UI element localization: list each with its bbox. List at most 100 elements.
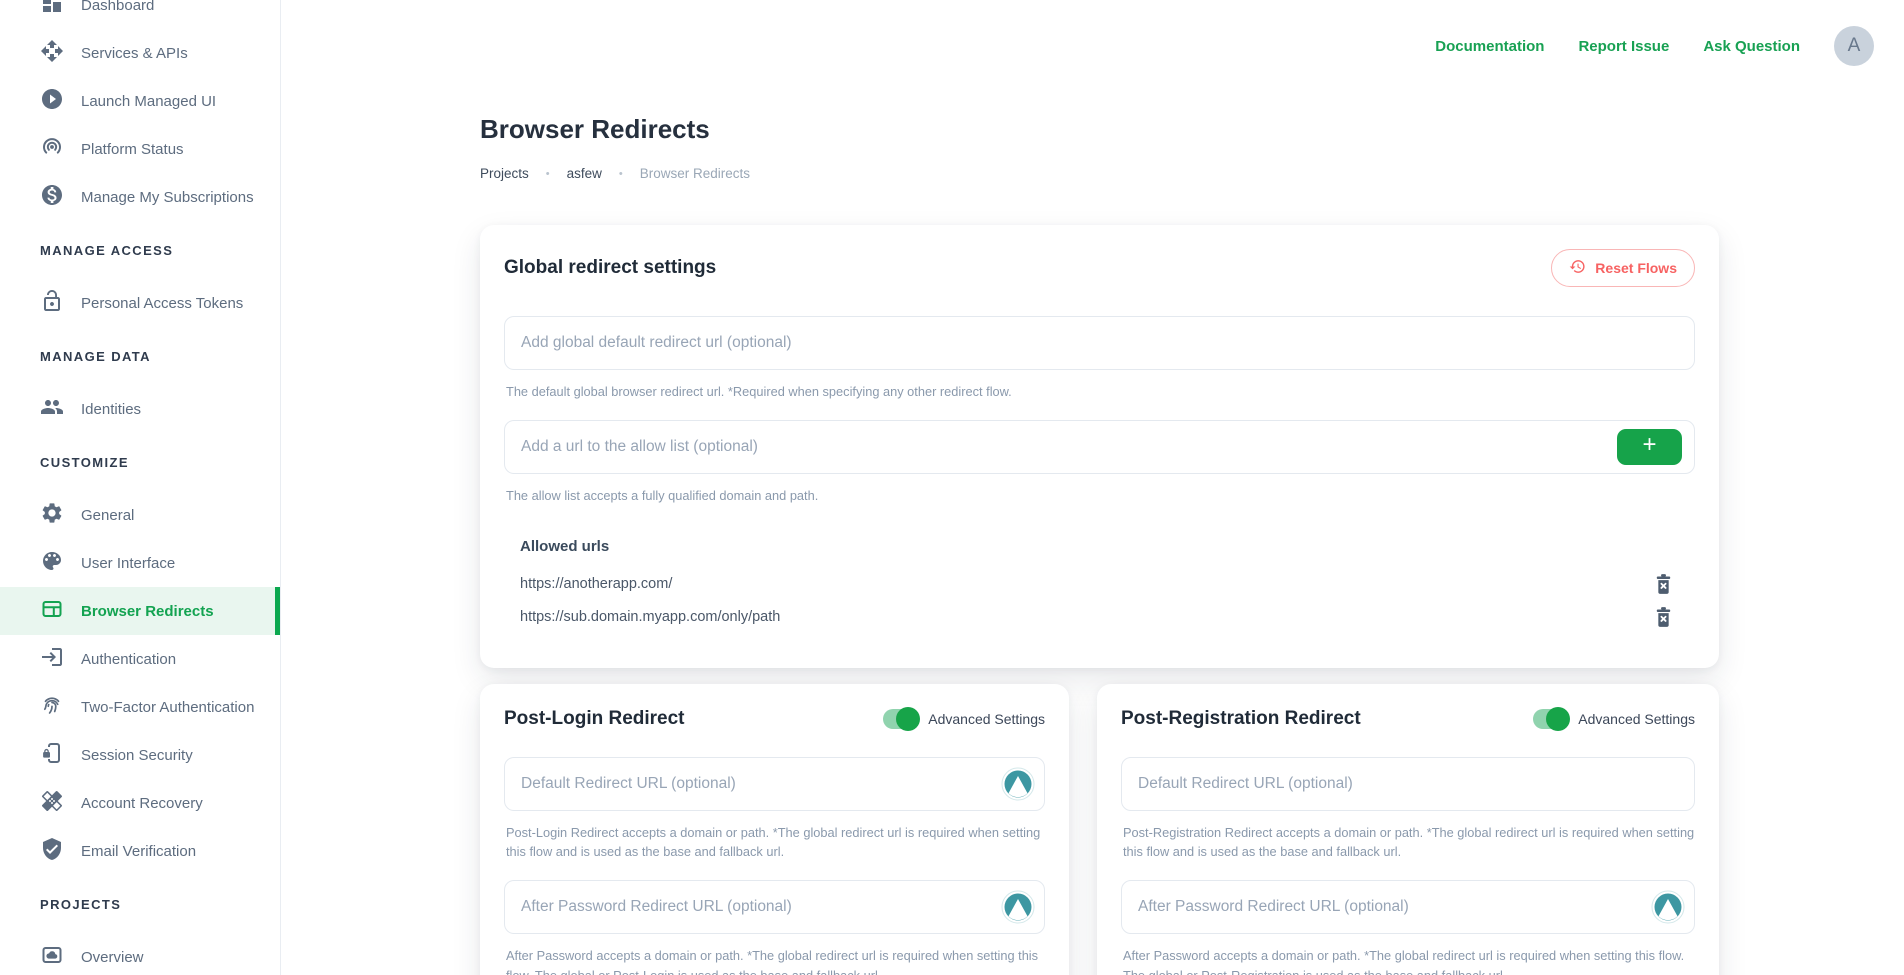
restore-icon xyxy=(1569,258,1586,278)
sidebar-item-label: Browser Redirects xyxy=(81,603,214,620)
global-default-redirect-help: The default global browser redirect url.… xyxy=(506,382,1695,402)
play-circle-icon xyxy=(40,87,64,115)
nordpass-autofill-icon[interactable] xyxy=(1001,890,1035,924)
sidebar-item-launch-managed-ui[interactable]: Launch Managed UI xyxy=(0,77,280,125)
content: Browser Redirects Projects • asfew • Bro… xyxy=(480,114,1719,975)
sidebar-section-projects: PROJECTS xyxy=(0,875,280,933)
breadcrumb-project-name[interactable]: asfew xyxy=(567,166,602,181)
post-login-card-title: Post-Login Redirect xyxy=(504,708,685,730)
dashboard-icon xyxy=(40,0,64,19)
sidebar-item-personal-access-tokens[interactable]: Personal Access Tokens xyxy=(0,279,280,327)
breadcrumb-separator: • xyxy=(546,168,550,180)
sidebar-section-customize: CUSTOMIZE xyxy=(0,433,280,491)
sidebar-item-account-recovery[interactable]: Account Recovery xyxy=(0,779,280,827)
allowed-urls-title: Allowed urls xyxy=(520,538,1695,555)
image-cloud-icon xyxy=(40,943,64,971)
nordpass-autofill-icon[interactable] xyxy=(1001,767,1035,801)
breadcrumb-separator: • xyxy=(619,168,623,180)
login-icon xyxy=(40,645,64,673)
breadcrumb: Projects • asfew • Browser Redirects xyxy=(480,166,1719,181)
sidebar-item-label: Authentication xyxy=(81,651,176,668)
top-header: Documentation Report Issue Ask Question … xyxy=(281,0,1904,67)
trash-x-icon xyxy=(1652,618,1675,633)
sidebar-item-label: Platform Status xyxy=(81,141,184,158)
post-registration-after-password-input[interactable] xyxy=(1121,880,1695,934)
sidebar-section-manage-data: MANAGE DATA xyxy=(0,327,280,385)
allow-list-url-input[interactable] xyxy=(504,420,1695,474)
sidebar-item-general[interactable]: General xyxy=(0,491,280,539)
sidebar-item-dashboard[interactable]: Dashboard xyxy=(0,0,280,29)
add-url-button[interactable]: + xyxy=(1617,429,1682,465)
sidebar-item-label: Email Verification xyxy=(81,843,196,860)
sidebar-item-label: Two-Factor Authentication xyxy=(81,699,254,716)
sidebar-item-manage-subscriptions[interactable]: Manage My Subscriptions xyxy=(0,173,280,221)
bandage-icon xyxy=(40,789,64,817)
post-login-after-password-input[interactable] xyxy=(504,880,1045,934)
global-card-title: Global redirect settings xyxy=(504,257,716,279)
fingerprint-icon xyxy=(40,693,64,721)
sidebar-item-label: Account Recovery xyxy=(81,795,203,812)
advanced-settings-toggle[interactable] xyxy=(883,709,917,729)
sidebar: Dashboard Services & APIs Launch Managed… xyxy=(0,0,281,975)
sidebar-item-overview[interactable]: Overview xyxy=(0,933,280,975)
sidebar-section-manage-access: MANAGE ACCESS xyxy=(0,221,280,279)
browser-window-icon xyxy=(40,597,64,625)
sidebar-item-label: User Interface xyxy=(81,555,175,572)
breadcrumb-current-page: Browser Redirects xyxy=(640,166,750,181)
sidebar-item-label: Dashboard xyxy=(81,0,154,14)
sidebar-item-platform-status[interactable]: Platform Status xyxy=(0,125,280,173)
sidebar-item-services-apis[interactable]: Services & APIs xyxy=(0,29,280,77)
status-radar-icon xyxy=(40,135,64,163)
nordpass-autofill-icon[interactable] xyxy=(1651,890,1685,924)
advanced-settings-toggle[interactable] xyxy=(1533,709,1567,729)
documentation-link[interactable]: Documentation xyxy=(1435,38,1544,55)
global-default-redirect-url-input[interactable] xyxy=(504,316,1695,370)
sidebar-item-email-verification[interactable]: Email Verification xyxy=(0,827,280,875)
allowed-url-row: https://anotherapp.com/ xyxy=(520,572,1695,597)
device-lock-icon xyxy=(40,741,64,769)
post-registration-default-help: Post-Registration Redirect accepts a dom… xyxy=(1123,823,1695,863)
sidebar-item-label: Overview xyxy=(81,949,144,966)
allowed-url-row: https://sub.domain.myapp.com/only/path xyxy=(520,605,1695,630)
avatar[interactable]: A xyxy=(1834,26,1874,66)
breadcrumb-projects[interactable]: Projects xyxy=(480,166,529,181)
post-registration-default-redirect-input[interactable] xyxy=(1121,757,1695,811)
page-title: Browser Redirects xyxy=(480,114,1719,145)
sidebar-item-label: General xyxy=(81,507,134,524)
ask-question-link[interactable]: Ask Question xyxy=(1703,38,1800,55)
gear-icon xyxy=(40,501,64,529)
sidebar-item-label: Services & APIs xyxy=(81,45,188,62)
reset-flows-button[interactable]: Reset Flows xyxy=(1551,249,1695,287)
delete-url-button[interactable] xyxy=(1652,572,1675,597)
post-login-after-password-help: After Password accepts a domain or path.… xyxy=(506,946,1045,975)
post-login-default-help: Post-Login Redirect accepts a domain or … xyxy=(506,823,1045,863)
sidebar-item-browser-redirects[interactable]: Browser Redirects xyxy=(0,587,280,635)
toggle-knob xyxy=(1546,707,1570,731)
dollar-circle-icon xyxy=(40,183,64,211)
sidebar-item-label: Session Security xyxy=(81,747,193,764)
toggle-knob xyxy=(896,707,920,731)
reset-flows-label: Reset Flows xyxy=(1595,260,1677,276)
allowed-url: https://anotherapp.com/ xyxy=(520,576,672,592)
allowed-urls-section: Allowed urls https://anotherapp.com/ htt… xyxy=(520,538,1695,630)
report-issue-link[interactable]: Report Issue xyxy=(1578,38,1669,55)
post-registration-after-password-help: After Password accepts a domain or path.… xyxy=(1123,946,1695,975)
sidebar-item-two-factor-authentication[interactable]: Two-Factor Authentication xyxy=(0,683,280,731)
global-redirect-settings-card: Global redirect settings Reset Flows The… xyxy=(480,225,1719,668)
post-registration-redirect-card: Post-Registration Redirect Advanced Sett… xyxy=(1097,684,1719,975)
lock-open-icon xyxy=(40,289,64,317)
sidebar-item-user-interface[interactable]: User Interface xyxy=(0,539,280,587)
allow-list-help: The allow list accepts a fully qualified… xyxy=(506,486,1695,506)
delete-url-button[interactable] xyxy=(1652,605,1675,630)
palette-icon xyxy=(40,549,64,577)
sidebar-item-label: Manage My Subscriptions xyxy=(81,189,254,206)
sidebar-item-session-security[interactable]: Session Security xyxy=(0,731,280,779)
post-login-redirect-card: Post-Login Redirect Advanced Settings Po… xyxy=(480,684,1069,975)
sidebar-item-identities[interactable]: Identities xyxy=(0,385,280,433)
shield-check-icon xyxy=(40,837,64,865)
sidebar-item-label: Identities xyxy=(81,401,141,418)
move-arrows-icon xyxy=(40,39,64,67)
post-login-default-redirect-input[interactable] xyxy=(504,757,1045,811)
sidebar-item-authentication[interactable]: Authentication xyxy=(0,635,280,683)
trash-x-icon xyxy=(1652,585,1675,600)
